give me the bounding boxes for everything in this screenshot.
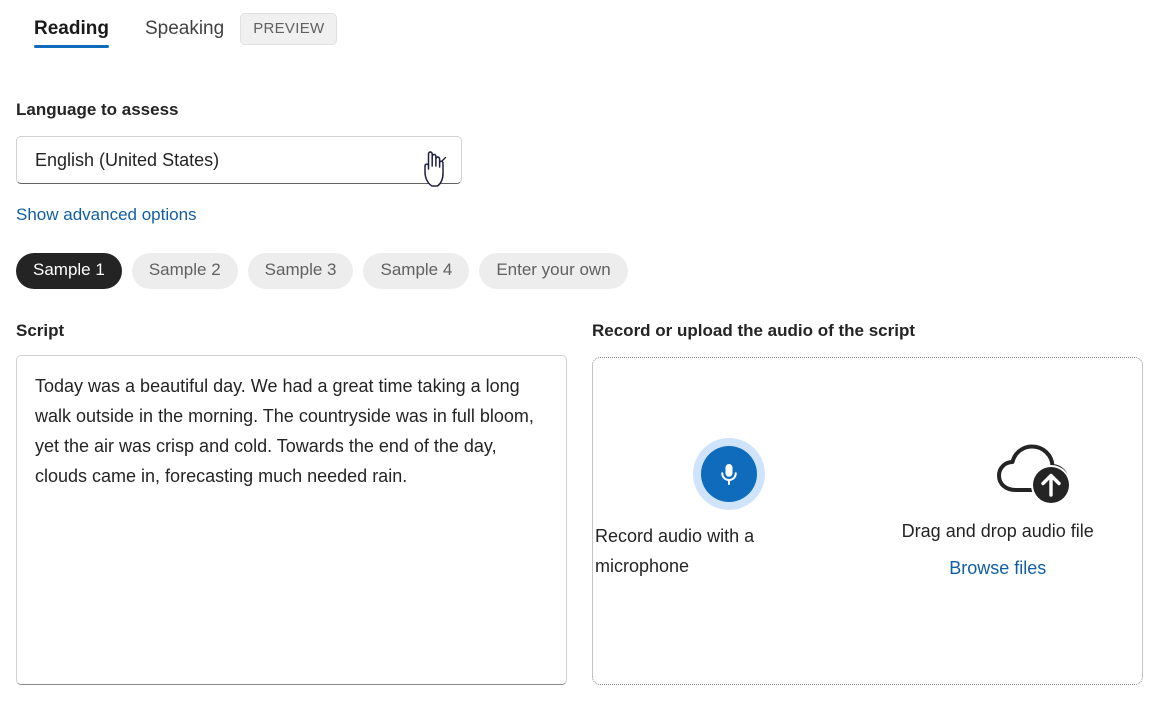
audio-drop-panel[interactable]: Record audio with a microphone Drag and … — [592, 357, 1143, 685]
sample-pill-2[interactable]: Sample 2 — [132, 253, 238, 289]
drag-and-drop-caption: Drag and drop audio file — [868, 521, 1129, 542]
microphone-icon — [701, 446, 757, 502]
sample-pill-1[interactable]: Sample 1 — [16, 253, 122, 289]
sample-pill-3[interactable]: Sample 3 — [248, 253, 354, 289]
tab-bar: Reading Speaking PREVIEW — [16, 14, 337, 52]
script-label: Script — [16, 321, 64, 341]
upload-column: Drag and drop audio file Browse files — [868, 358, 1143, 684]
language-label: Language to assess — [16, 100, 179, 120]
audio-section-label: Record or upload the audio of the script — [592, 321, 915, 341]
script-textarea[interactable] — [16, 355, 567, 685]
sample-pill-group: Sample 1 Sample 2 Sample 3 Sample 4 Ente… — [16, 253, 628, 289]
tab-reading-label: Reading — [34, 18, 109, 39]
sample-pill-4[interactable]: Sample 4 — [363, 253, 469, 289]
chevron-down-icon — [431, 151, 449, 169]
language-dropdown-value: English (United States) — [35, 150, 431, 171]
tab-speaking[interactable]: Speaking — [127, 14, 242, 52]
show-advanced-options-link[interactable]: Show advanced options — [16, 205, 197, 225]
record-audio-button[interactable] — [693, 438, 765, 510]
tab-active-underline — [34, 45, 109, 48]
tab-speaking-label: Speaking — [145, 18, 224, 39]
tab-reading[interactable]: Reading — [16, 14, 127, 52]
preview-badge: PREVIEW — [240, 13, 337, 45]
language-dropdown[interactable]: English (United States) — [16, 136, 462, 184]
record-audio-caption: Record audio with a microphone — [595, 521, 815, 581]
browse-files-link[interactable]: Browse files — [868, 558, 1129, 579]
sample-pill-enter-your-own[interactable]: Enter your own — [479, 253, 627, 289]
cloud-upload-icon — [992, 440, 1078, 508]
record-column: Record audio with a microphone — [593, 358, 868, 684]
